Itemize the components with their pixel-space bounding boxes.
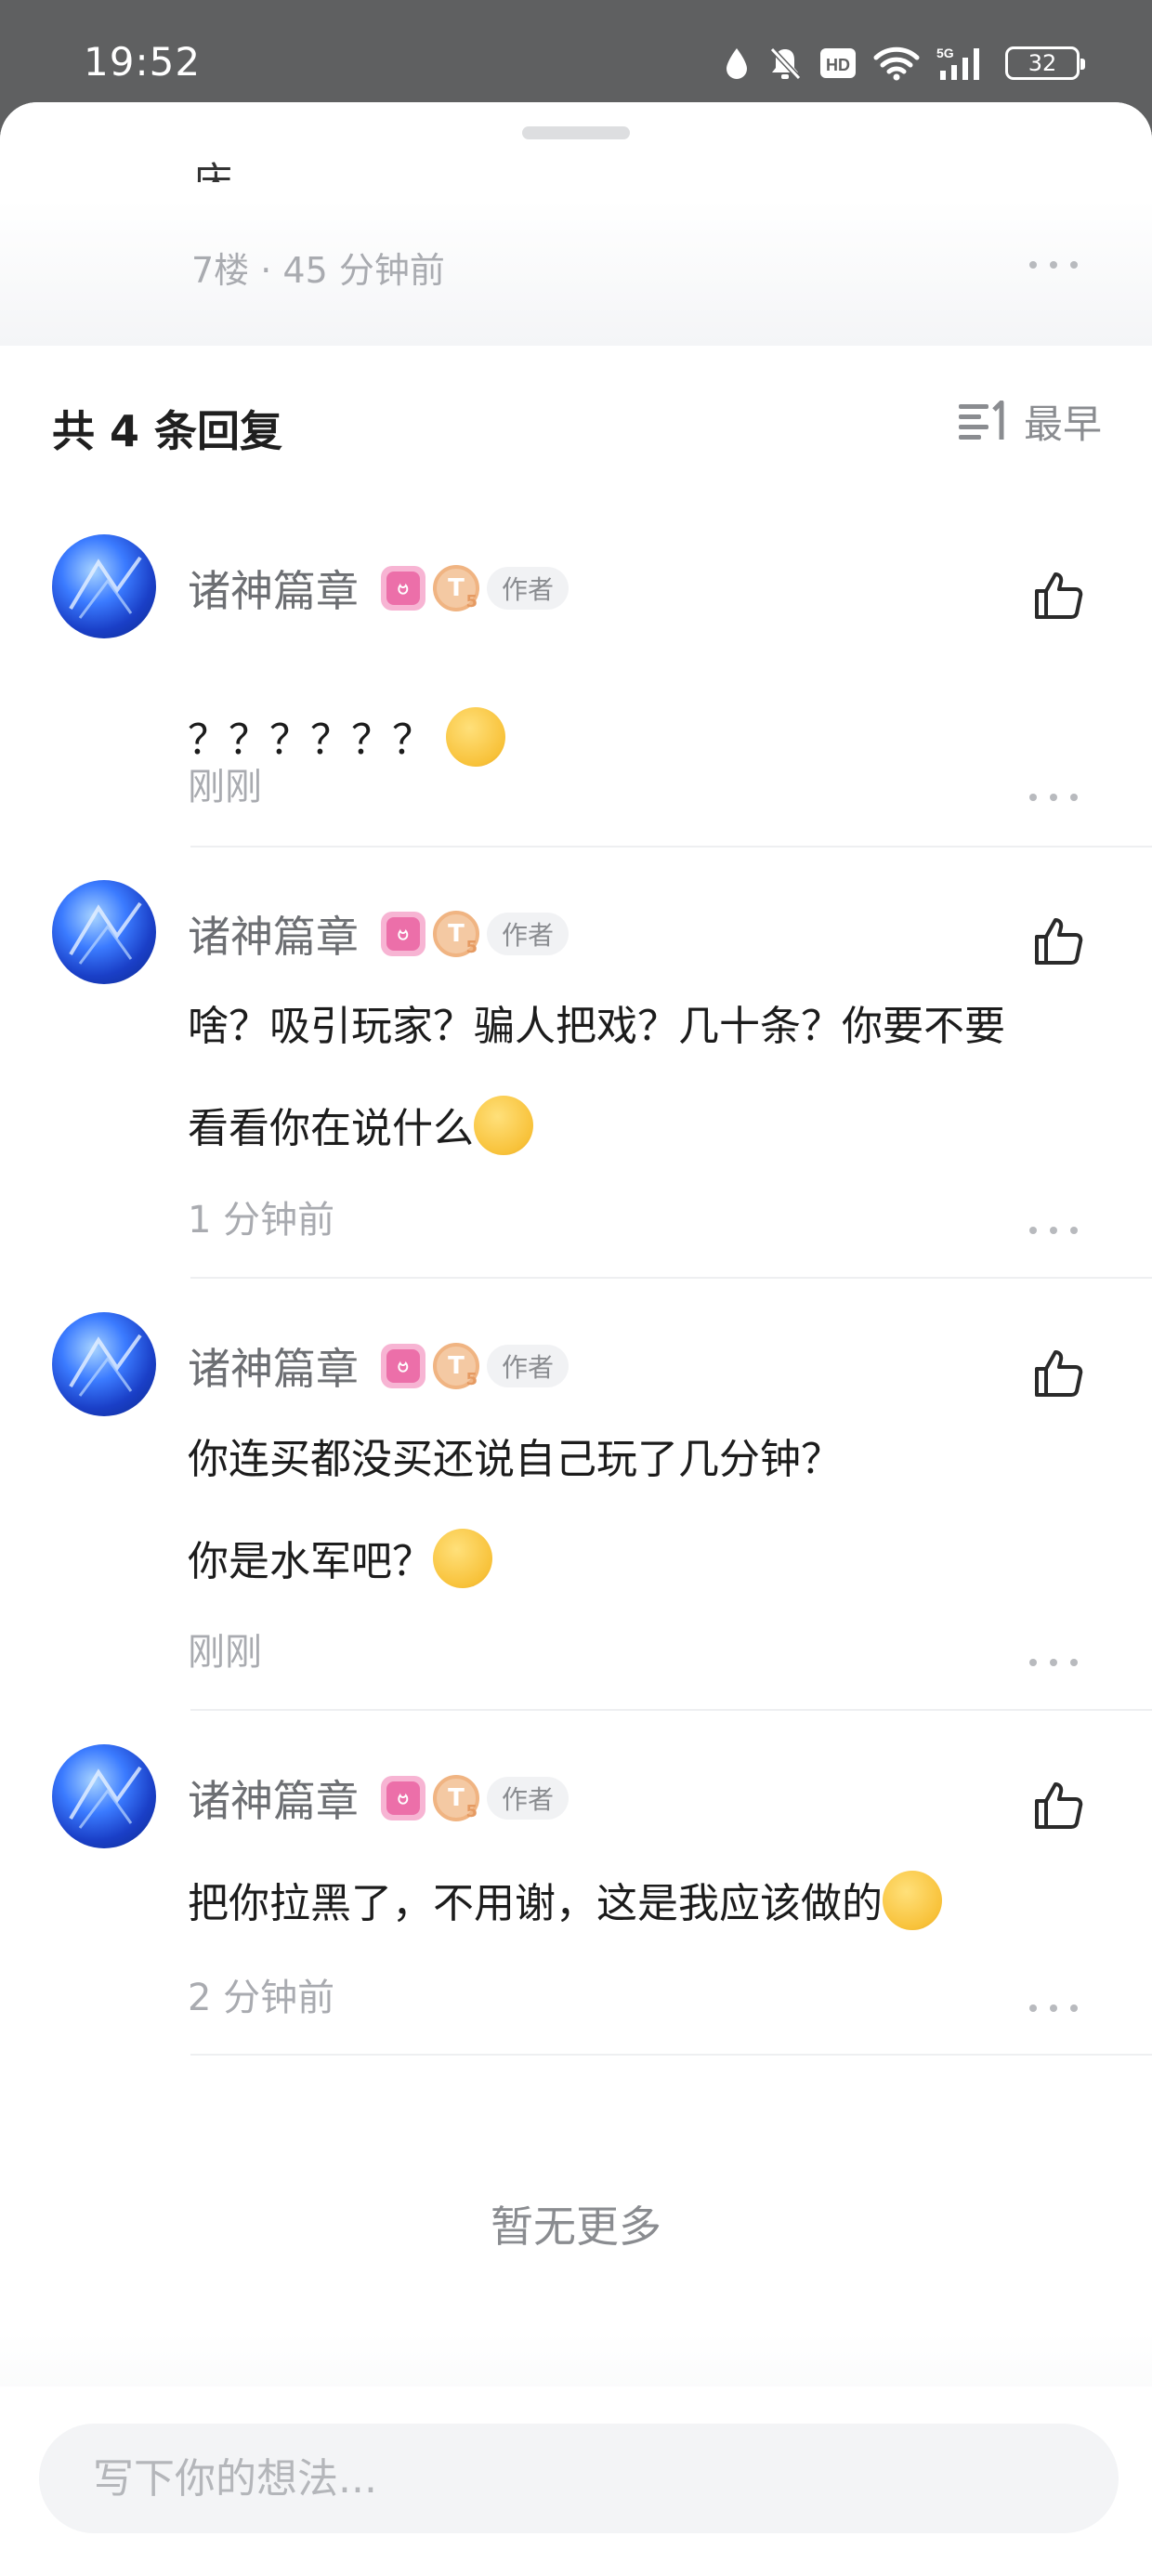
divider xyxy=(190,846,1152,848)
squinting-face-emoji xyxy=(446,707,505,767)
replies-sheet: 床 7楼 · 45 分钟前 共 4 条回复 最早 诸神篇章 ဗ T 5 作者 ？… xyxy=(0,102,1152,2576)
status-bar: 19:52 HD 5G 32 xyxy=(0,0,1152,112)
grumbling-face-emoji xyxy=(474,1096,533,1155)
parent-comment-meta: 7楼 · 45 分钟前 xyxy=(191,250,445,291)
dot-icon xyxy=(1029,1227,1037,1234)
reply-line-2: 你是水军吧？ xyxy=(188,1511,1117,1613)
thumbs-up-icon[interactable] xyxy=(1029,1345,1085,1400)
username[interactable]: 诸神篇章 xyxy=(188,1768,359,1829)
reply-line: 啥？吸引玩家？骗人把戏？几十条？你要不要 xyxy=(188,1003,1005,1050)
tier-badge-icon: T5 xyxy=(433,1343,479,1389)
dot-icon xyxy=(1029,2004,1037,2012)
avatar[interactable] xyxy=(52,1744,156,1848)
sort-lines-icon xyxy=(958,401,1004,440)
sunglasses-sweat-emoji xyxy=(433,1529,492,1588)
avatar[interactable] xyxy=(52,534,156,638)
wifi-icon xyxy=(873,46,920,81)
reply-more-button[interactable] xyxy=(1026,1644,1081,1681)
sort-label: 最早 xyxy=(1023,401,1102,447)
reply-line: 把你拉黑了，不用谢，这是我应该做的 xyxy=(188,1880,883,1927)
battery-level: 32 xyxy=(1028,50,1057,76)
mute-bell-icon xyxy=(769,46,802,81)
badges: ဗ T5 作者 xyxy=(381,911,569,957)
reply-time: 1 分钟前 xyxy=(188,1199,335,1242)
reply-more-button[interactable] xyxy=(1026,1990,1081,2027)
comment-input-bar xyxy=(0,2386,1152,2576)
thumbs-up-icon[interactable] xyxy=(1029,1777,1085,1833)
username[interactable]: 诸神篇章 xyxy=(188,903,359,965)
avatar[interactable] xyxy=(52,880,156,984)
hd-icon: HD xyxy=(820,48,856,78)
divider xyxy=(190,1277,1152,1279)
badges: ဗ T5 作者 xyxy=(381,565,569,611)
badges: ဗ T5 作者 xyxy=(381,1343,569,1389)
author-badge: 作者 xyxy=(487,1345,569,1387)
reply-more-button[interactable] xyxy=(1026,779,1081,816)
level-badge-icon: ဗ xyxy=(381,912,425,956)
divider xyxy=(190,1709,1152,1711)
dot-icon xyxy=(1050,1227,1057,1234)
svg-text:HD: HD xyxy=(826,56,850,74)
dot-icon xyxy=(1070,2004,1078,2012)
parent-more-button[interactable] xyxy=(1026,246,1081,283)
thumbs-up-icon[interactable] xyxy=(1029,567,1085,623)
reply-time: 刚刚 xyxy=(188,1631,262,1674)
avatar[interactable] xyxy=(52,1312,156,1416)
replies-header: 共 4 条回复 最早 xyxy=(52,388,1102,456)
dot-icon xyxy=(1050,261,1057,269)
dot-icon xyxy=(1029,794,1037,801)
replies-count: 共 4 条回复 xyxy=(52,406,283,456)
dot-icon xyxy=(1070,261,1078,269)
thumbs-up-icon[interactable] xyxy=(1029,913,1085,968)
tier-badge-icon: T5 xyxy=(433,911,479,957)
username[interactable]: 诸神篇章 xyxy=(188,558,359,619)
5g-signal-icon: 5G xyxy=(936,46,979,80)
level-badge-icon: ဗ xyxy=(381,1776,425,1820)
reply-time: 2 分钟前 xyxy=(188,1977,335,2019)
no-more-label: 暂无更多 xyxy=(491,2201,661,2252)
author-badge: 作者 xyxy=(487,567,569,610)
tier-badge-icon: T5 xyxy=(433,565,479,611)
dot-icon xyxy=(1050,2004,1057,2012)
reply-text: 啥？吸引玩家？骗人把戏？几十条？你要不要 看看你在说什么 xyxy=(188,976,1117,1180)
sort-button[interactable]: 最早 xyxy=(957,398,1102,447)
water-drop-icon xyxy=(727,48,747,79)
drag-handle[interactable] xyxy=(522,126,630,139)
comment-input[interactable] xyxy=(39,2424,1119,2533)
dot-icon xyxy=(1050,794,1057,801)
reply-line: 你连买都没买还说自己玩了几分钟？ xyxy=(188,1436,842,1483)
dot-icon xyxy=(1029,261,1037,269)
reply-text: 你连买都没买还说自己玩了几分钟？ 你是水军吧？ xyxy=(188,1409,1117,1613)
svg-text:5G: 5G xyxy=(936,46,954,60)
battery-icon: 32 xyxy=(1005,46,1085,80)
level-badge-icon: ဗ xyxy=(381,566,425,611)
status-icons: HD 5G 32 xyxy=(723,43,1085,84)
status-time: 19:52 xyxy=(84,39,202,85)
divider xyxy=(190,2054,1152,2056)
dot-icon xyxy=(1070,794,1078,801)
reply-text: 把你拉黑了，不用谢，这是我应该做的 xyxy=(188,1853,1117,1955)
dot-icon xyxy=(1050,1659,1057,1666)
reply-time: 刚刚 xyxy=(188,766,262,808)
author-badge: 作者 xyxy=(487,913,569,955)
parent-comment-text: 床 xyxy=(193,159,233,182)
badges: ဗ T5 作者 xyxy=(381,1775,569,1821)
rose-face-emoji xyxy=(883,1871,942,1930)
username[interactable]: 诸神篇章 xyxy=(188,1335,359,1397)
dot-icon xyxy=(1029,1659,1037,1666)
tier-badge-icon: T5 xyxy=(433,1775,479,1821)
dot-icon xyxy=(1070,1227,1078,1234)
reply-text: ？？？？？？ xyxy=(188,690,1117,792)
level-badge-icon: ဗ xyxy=(381,1344,425,1388)
reply-more-button[interactable] xyxy=(1026,1212,1081,1249)
reply-line-2: 看看你在说什么 xyxy=(188,1078,1117,1180)
author-badge: 作者 xyxy=(487,1777,569,1820)
dot-icon xyxy=(1070,1659,1078,1666)
